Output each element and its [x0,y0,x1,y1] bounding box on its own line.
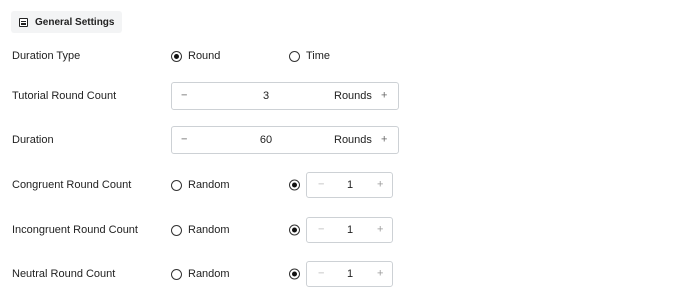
stepper-value[interactable]: 1 [347,224,353,236]
duration-label: Duration [12,134,54,146]
increment-button[interactable]: + [377,224,383,236]
tutorial-round-count-stepper[interactable]: − 3 Rounds + [171,82,399,110]
congruent-fixed-radio[interactable] [289,179,300,191]
congruent-fixed-option[interactable] [289,179,300,191]
congruent-random-option[interactable]: Random [171,179,230,191]
duration-type-time-option[interactable]: Time [289,50,330,62]
decrement-button[interactable]: − [318,179,324,191]
duration-type-row: Duration Type Round Time [0,41,690,71]
duration-stepper[interactable]: − 60 Rounds + [171,126,399,154]
stepper-value[interactable]: 1 [347,179,353,191]
incongruent-random-option[interactable]: Random [171,224,230,236]
neutral-fixed-option[interactable] [289,268,300,280]
neutral-round-count-label: Neutral Round Count [12,268,116,280]
congruent-round-count-label: Congruent Round Count [12,179,132,191]
stepper-value[interactable]: 60 [260,134,272,146]
incongruent-random-label: Random [188,224,230,236]
increment-button[interactable]: + [381,90,387,102]
neutral-round-count-row: Neutral Round Count Random − 1 + [0,259,690,289]
duration-type-time-label: Time [306,50,331,62]
neutral-random-radio[interactable] [171,268,182,280]
duration-type-round-label: Round [188,50,221,62]
increment-button[interactable]: + [377,179,383,191]
section-title: General Settings [35,16,115,28]
neutral-random-label: Random [188,268,230,280]
tutorial-round-count-label: Tutorial Round Count [12,90,117,102]
decrement-button[interactable]: − [181,134,187,146]
incongruent-random-radio[interactable] [171,224,182,236]
duration-row: Duration − 60 Rounds + [0,125,690,155]
congruent-round-count-row: Congruent Round Count Random − 1 + [0,170,690,200]
increment-button[interactable]: + [381,134,387,146]
incongruent-fixed-option[interactable] [289,224,300,236]
neutral-stepper[interactable]: − 1 + [306,261,393,287]
stepper-value[interactable]: 1 [347,268,353,280]
congruent-stepper[interactable]: − 1 + [306,172,393,198]
decrement-button[interactable]: − [181,90,187,102]
duration-type-label: Duration Type [12,50,81,62]
incongruent-fixed-radio[interactable] [289,224,300,236]
incongruent-stepper[interactable]: − 1 + [306,217,393,243]
tutorial-round-count-row: Tutorial Round Count − 3 Rounds + [0,81,690,111]
increment-button[interactable]: + [377,268,383,280]
neutral-fixed-radio[interactable] [289,268,300,280]
duration-type-round-option[interactable]: Round [171,50,220,62]
settings-section-icon [19,17,28,27]
general-settings-header[interactable]: General Settings [11,11,123,33]
duration-type-round-radio[interactable] [171,50,182,62]
stepper-unit: Rounds [334,90,372,102]
incongruent-round-count-row: Incongruent Round Count Random − 1 + [0,215,690,245]
duration-type-time-radio[interactable] [289,50,300,62]
congruent-random-label: Random [188,179,230,191]
incongruent-round-count-label: Incongruent Round Count [12,224,138,236]
neutral-random-option[interactable]: Random [171,268,230,280]
decrement-button[interactable]: − [318,268,324,280]
stepper-unit: Rounds [334,134,372,146]
decrement-button[interactable]: − [318,224,324,236]
congruent-random-radio[interactable] [171,179,182,191]
stepper-value[interactable]: 3 [263,90,269,102]
